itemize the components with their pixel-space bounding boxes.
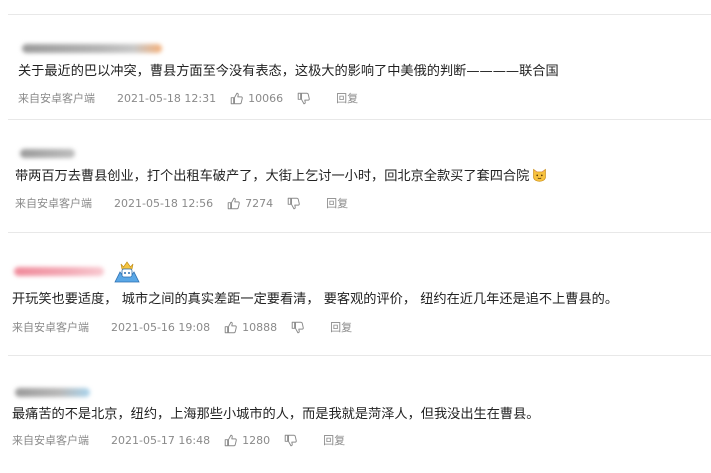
- comment-text: 带两百万去曹县创业，打个出租车破产了，大街上乞讨一小时，回北京全款买了套四合院: [15, 166, 548, 187]
- thumbs-up-icon: [230, 92, 243, 104]
- username-blurred[interactable]: [20, 146, 75, 160]
- like-button[interactable]: 7274: [227, 197, 273, 210]
- thumbs-down-icon: [287, 197, 300, 209]
- username-blurred[interactable]: [15, 385, 90, 399]
- dislike-button[interactable]: [297, 92, 310, 105]
- reply-button[interactable]: 回复: [330, 319, 352, 335]
- source-label: 来自安卓客户端: [12, 434, 89, 447]
- comment-text: 关于最近的巴以冲突，曹县方面至今没有表态，这极大的影响了中美俄的判断————联合…: [18, 64, 559, 79]
- timestamp: 2021-05-16 19:08: [111, 320, 211, 334]
- username-blurred[interactable]: [14, 258, 142, 284]
- reply-button[interactable]: 回复: [336, 90, 358, 106]
- username-blurred[interactable]: [22, 41, 162, 55]
- thumbs-down-icon: [284, 434, 297, 446]
- cat-face-emoji: [533, 168, 547, 182]
- dislike-button[interactable]: [287, 197, 300, 210]
- comment-meta: 来自安卓客户端 2021-05-18 12:31 10066 回复: [18, 89, 358, 107]
- comment-meta: 来自安卓客户端 2021-05-16 19:08 10888 回复: [12, 318, 352, 336]
- like-button[interactable]: 10888: [224, 321, 277, 334]
- divider: [8, 119, 711, 120]
- comment-meta: 来自安卓客户端 2021-05-17 16:48 1280 回复: [12, 431, 345, 449]
- comment-text: 开玩笑也要适度， 城市之间的真实差距一定要看清， 要客观的评价， 纽约在近几年还…: [12, 292, 619, 307]
- like-button[interactable]: 1280: [224, 434, 270, 447]
- like-button[interactable]: 10066: [230, 92, 283, 105]
- thumbs-down-icon: [291, 321, 304, 333]
- source-label: 来自安卓客户端: [18, 92, 95, 105]
- timestamp: 2021-05-18 12:31: [117, 91, 217, 105]
- comment-text: 最痛苦的不是北京，纽约，上海那些小城市的人，而是我就是菏泽人，但我没出生在曹县。: [12, 407, 540, 422]
- thumbs-up-icon: [227, 197, 240, 209]
- reply-button[interactable]: 回复: [323, 432, 345, 448]
- like-count: 7274: [245, 196, 274, 210]
- thumbs-up-icon: [224, 434, 237, 446]
- like-count: 10888: [242, 320, 278, 334]
- divider: [8, 14, 711, 15]
- thumbs-down-icon: [297, 92, 310, 104]
- divider: [8, 232, 711, 233]
- source-label: 来自安卓客户端: [15, 197, 92, 210]
- like-count: 1280: [242, 433, 271, 447]
- thumbs-up-icon: [224, 321, 237, 333]
- dislike-button[interactable]: [284, 434, 297, 447]
- like-count: 10066: [248, 91, 284, 105]
- divider: [8, 355, 711, 356]
- timestamp: 2021-05-17 16:48: [111, 433, 211, 447]
- timestamp: 2021-05-18 12:56: [114, 196, 214, 210]
- reply-button[interactable]: 回复: [326, 195, 348, 211]
- dislike-button[interactable]: [291, 321, 304, 334]
- source-label: 来自安卓客户端: [12, 321, 89, 334]
- comment-meta: 来自安卓客户端 2021-05-18 12:56 7274 回复: [15, 194, 348, 212]
- crown-badge-icon: [114, 261, 140, 283]
